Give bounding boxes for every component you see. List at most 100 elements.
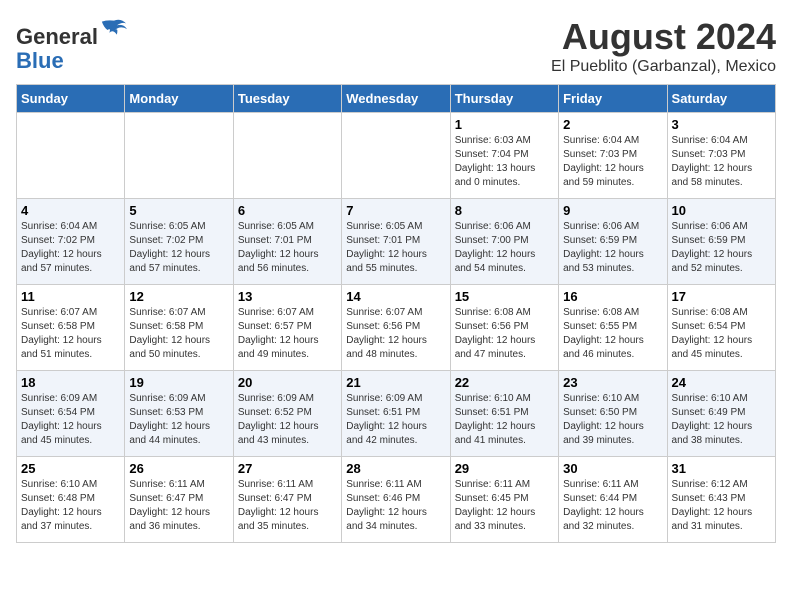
day-header-sunday: Sunday bbox=[17, 85, 125, 113]
day-cell: 3 Sunrise: 6:04 AM Sunset: 7:03 PM Daylig… bbox=[667, 113, 775, 199]
day-info: Sunrise: 6:09 AM Sunset: 6:52 PM Dayligh… bbox=[238, 392, 337, 448]
day-header-thursday: Thursday bbox=[450, 85, 558, 113]
day-number: 1 bbox=[455, 117, 554, 132]
day-number: 17 bbox=[672, 289, 771, 304]
day-number: 27 bbox=[238, 461, 337, 476]
day-info: Sunrise: 6:04 AM Sunset: 7:03 PM Dayligh… bbox=[563, 134, 662, 190]
logo-general: General bbox=[16, 24, 98, 49]
day-cell: 1 Sunrise: 6:03 AM Sunset: 7:04 PM Daylig… bbox=[450, 113, 558, 199]
day-cell: 8 Sunrise: 6:06 AM Sunset: 7:00 PM Daylig… bbox=[450, 199, 558, 285]
day-number: 2 bbox=[563, 117, 662, 132]
day-cell: 7Sunrise: 6:05 AM Sunset: 7:01 PM Daylig… bbox=[342, 199, 450, 285]
day-cell: 25 Sunrise: 6:10 AM Sunset: 6:48 PM Dayli… bbox=[17, 457, 125, 543]
week-row-1: 1 Sunrise: 6:03 AM Sunset: 7:04 PM Daylig… bbox=[17, 113, 776, 199]
day-info: Sunrise: 6:11 AM Sunset: 6:46 PM Dayligh… bbox=[346, 478, 445, 534]
week-row-4: 18 Sunrise: 6:09 AM Sunset: 6:54 PM Dayli… bbox=[17, 371, 776, 457]
day-info: Sunrise: 6:07 AM Sunset: 6:58 PM Dayligh… bbox=[129, 306, 228, 362]
day-cell: 2 Sunrise: 6:04 AM Sunset: 7:03 PM Daylig… bbox=[559, 113, 667, 199]
day-number: 25 bbox=[21, 461, 120, 476]
day-cell: 9 Sunrise: 6:06 AM Sunset: 6:59 PM Daylig… bbox=[559, 199, 667, 285]
day-number: 31 bbox=[672, 461, 771, 476]
subtitle: El Pueblito (Garbanzal), Mexico bbox=[551, 58, 776, 76]
day-cell bbox=[125, 113, 233, 199]
day-cell: 21Sunrise: 6:09 AM Sunset: 6:51 PM Dayli… bbox=[342, 371, 450, 457]
day-number: 10 bbox=[672, 203, 771, 218]
day-cell bbox=[233, 113, 341, 199]
day-info: Sunrise: 6:08 AM Sunset: 6:54 PM Dayligh… bbox=[672, 306, 771, 362]
day-number: 18 bbox=[21, 375, 120, 390]
day-info: Sunrise: 6:07 AM Sunset: 6:58 PM Dayligh… bbox=[21, 306, 120, 362]
day-cell: 24Sunrise: 6:10 AM Sunset: 6:49 PM Dayli… bbox=[667, 371, 775, 457]
day-number: 7 bbox=[346, 203, 445, 218]
day-number: 8 bbox=[455, 203, 554, 218]
day-number: 20 bbox=[238, 375, 337, 390]
day-info: Sunrise: 6:07 AM Sunset: 6:57 PM Dayligh… bbox=[238, 306, 337, 362]
day-header-monday: Monday bbox=[125, 85, 233, 113]
day-info: Sunrise: 6:10 AM Sunset: 6:48 PM Dayligh… bbox=[21, 478, 120, 534]
days-header-row: SundayMondayTuesdayWednesdayThursdayFrid… bbox=[17, 85, 776, 113]
day-number: 16 bbox=[563, 289, 662, 304]
day-number: 9 bbox=[563, 203, 662, 218]
logo-bird-icon bbox=[100, 16, 128, 44]
day-cell: 20 Sunrise: 6:09 AM Sunset: 6:52 PM Dayli… bbox=[233, 371, 341, 457]
day-info: Sunrise: 6:05 AM Sunset: 7:02 PM Dayligh… bbox=[129, 220, 228, 276]
day-cell: 6Sunrise: 6:05 AM Sunset: 7:01 PM Daylig… bbox=[233, 199, 341, 285]
day-info: Sunrise: 6:10 AM Sunset: 6:49 PM Dayligh… bbox=[672, 392, 771, 448]
day-cell: 4 Sunrise: 6:04 AM Sunset: 7:02 PM Daylig… bbox=[17, 199, 125, 285]
day-cell: 31 Sunrise: 6:12 AM Sunset: 6:43 PM Dayli… bbox=[667, 457, 775, 543]
day-info: Sunrise: 6:05 AM Sunset: 7:01 PM Dayligh… bbox=[238, 220, 337, 276]
day-number: 28 bbox=[346, 461, 445, 476]
day-number: 22 bbox=[455, 375, 554, 390]
day-info: Sunrise: 6:04 AM Sunset: 7:03 PM Dayligh… bbox=[672, 134, 771, 190]
day-cell: 10 Sunrise: 6:06 AM Sunset: 6:59 PM Dayli… bbox=[667, 199, 775, 285]
logo-blue: Blue bbox=[16, 48, 64, 73]
day-cell: 22 Sunrise: 6:10 AM Sunset: 6:51 PM Dayli… bbox=[450, 371, 558, 457]
calendar-table: SundayMondayTuesdayWednesdayThursdayFrid… bbox=[16, 84, 776, 543]
day-cell: 28 Sunrise: 6:11 AM Sunset: 6:46 PM Dayli… bbox=[342, 457, 450, 543]
day-info: Sunrise: 6:11 AM Sunset: 6:47 PM Dayligh… bbox=[238, 478, 337, 534]
day-number: 29 bbox=[455, 461, 554, 476]
day-info: Sunrise: 6:09 AM Sunset: 6:54 PM Dayligh… bbox=[21, 392, 120, 448]
day-info: Sunrise: 6:10 AM Sunset: 6:51 PM Dayligh… bbox=[455, 392, 554, 448]
day-info: Sunrise: 6:06 AM Sunset: 6:59 PM Dayligh… bbox=[672, 220, 771, 276]
day-cell: 12 Sunrise: 6:07 AM Sunset: 6:58 PM Dayli… bbox=[125, 285, 233, 371]
day-header-tuesday: Tuesday bbox=[233, 85, 341, 113]
week-row-2: 4 Sunrise: 6:04 AM Sunset: 7:02 PM Daylig… bbox=[17, 199, 776, 285]
day-info: Sunrise: 6:11 AM Sunset: 6:45 PM Dayligh… bbox=[455, 478, 554, 534]
week-row-5: 25 Sunrise: 6:10 AM Sunset: 6:48 PM Dayli… bbox=[17, 457, 776, 543]
day-number: 12 bbox=[129, 289, 228, 304]
day-cell: 15Sunrise: 6:08 AM Sunset: 6:56 PM Dayli… bbox=[450, 285, 558, 371]
day-cell: 17 Sunrise: 6:08 AM Sunset: 6:54 PM Dayli… bbox=[667, 285, 775, 371]
day-cell: 16 Sunrise: 6:08 AM Sunset: 6:55 PM Dayli… bbox=[559, 285, 667, 371]
logo: General Blue bbox=[16, 16, 128, 73]
day-number: 5 bbox=[129, 203, 228, 218]
day-cell bbox=[17, 113, 125, 199]
day-cell: 11Sunrise: 6:07 AM Sunset: 6:58 PM Dayli… bbox=[17, 285, 125, 371]
day-info: Sunrise: 6:09 AM Sunset: 6:53 PM Dayligh… bbox=[129, 392, 228, 448]
week-row-3: 11Sunrise: 6:07 AM Sunset: 6:58 PM Dayli… bbox=[17, 285, 776, 371]
day-number: 26 bbox=[129, 461, 228, 476]
day-number: 13 bbox=[238, 289, 337, 304]
day-info: Sunrise: 6:06 AM Sunset: 7:00 PM Dayligh… bbox=[455, 220, 554, 276]
day-cell: 23Sunrise: 6:10 AM Sunset: 6:50 PM Dayli… bbox=[559, 371, 667, 457]
day-info: Sunrise: 6:08 AM Sunset: 6:56 PM Dayligh… bbox=[455, 306, 554, 362]
day-info: Sunrise: 6:11 AM Sunset: 6:44 PM Dayligh… bbox=[563, 478, 662, 534]
day-info: Sunrise: 6:04 AM Sunset: 7:02 PM Dayligh… bbox=[21, 220, 120, 276]
day-header-wednesday: Wednesday bbox=[342, 85, 450, 113]
day-info: Sunrise: 6:08 AM Sunset: 6:55 PM Dayligh… bbox=[563, 306, 662, 362]
day-cell: 14 Sunrise: 6:07 AM Sunset: 6:56 PM Dayli… bbox=[342, 285, 450, 371]
day-info: Sunrise: 6:06 AM Sunset: 6:59 PM Dayligh… bbox=[563, 220, 662, 276]
day-number: 3 bbox=[672, 117, 771, 132]
day-header-friday: Friday bbox=[559, 85, 667, 113]
day-number: 14 bbox=[346, 289, 445, 304]
day-number: 4 bbox=[21, 203, 120, 218]
day-info: Sunrise: 6:12 AM Sunset: 6:43 PM Dayligh… bbox=[672, 478, 771, 534]
day-info: Sunrise: 6:03 AM Sunset: 7:04 PM Dayligh… bbox=[455, 134, 554, 190]
day-cell: 30Sunrise: 6:11 AM Sunset: 6:44 PM Dayli… bbox=[559, 457, 667, 543]
day-cell: 19Sunrise: 6:09 AM Sunset: 6:53 PM Dayli… bbox=[125, 371, 233, 457]
day-cell: 5 Sunrise: 6:05 AM Sunset: 7:02 PM Daylig… bbox=[125, 199, 233, 285]
day-info: Sunrise: 6:09 AM Sunset: 6:51 PM Dayligh… bbox=[346, 392, 445, 448]
day-info: Sunrise: 6:10 AM Sunset: 6:50 PM Dayligh… bbox=[563, 392, 662, 448]
day-info: Sunrise: 6:07 AM Sunset: 6:56 PM Dayligh… bbox=[346, 306, 445, 362]
page-header: General Blue August 2024 El Pueblito (Ga… bbox=[16, 16, 776, 76]
